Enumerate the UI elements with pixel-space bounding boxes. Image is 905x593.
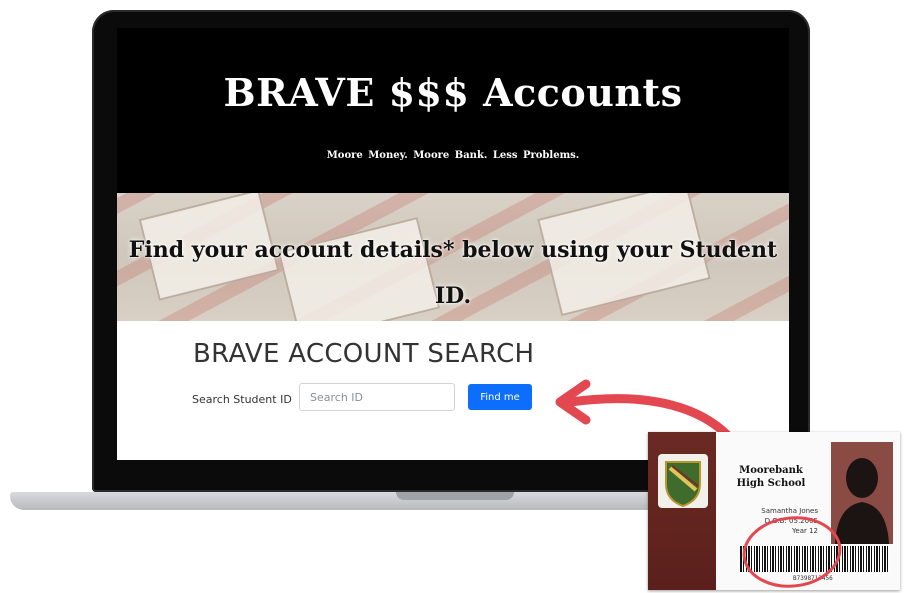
site-title: BRAVE $$$ Accounts bbox=[223, 70, 683, 115]
student-id-search-input[interactable] bbox=[299, 383, 455, 411]
id-school-line1: Moorebank bbox=[739, 465, 803, 476]
search-heading: BRAVE ACCOUNT SEARCH bbox=[193, 339, 535, 369]
find-me-button[interactable]: Find me bbox=[468, 384, 532, 410]
site-tagline: Moore Money. Moore Bank. Less Problems. bbox=[326, 150, 580, 161]
id-school-name: Moorebank High School bbox=[726, 464, 816, 490]
hero-banner: Find your account details* below using y… bbox=[117, 193, 789, 321]
id-school-line2: High School bbox=[736, 478, 806, 489]
banner-headline: Find your account details* below using y… bbox=[128, 237, 778, 309]
laptop-notch bbox=[396, 492, 514, 500]
highlight-circle-icon bbox=[742, 516, 842, 588]
school-crest-icon bbox=[658, 454, 708, 508]
search-label: Search Student ID bbox=[192, 393, 292, 406]
